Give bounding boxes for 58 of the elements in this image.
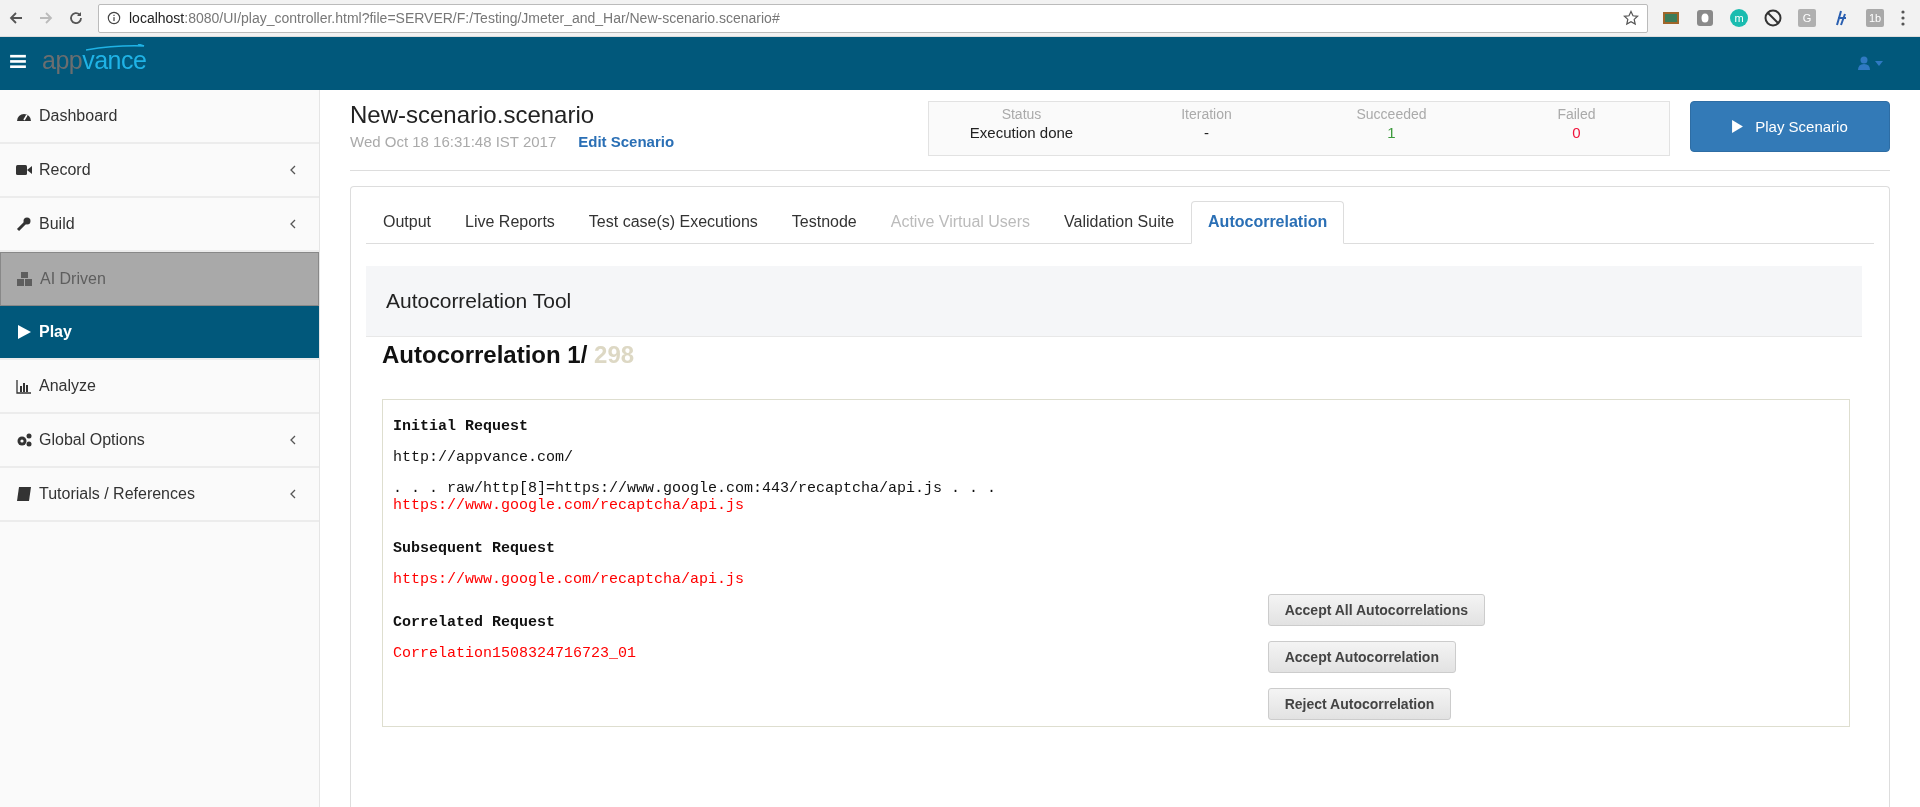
section-heading: Correlated Request <box>393 614 557 631</box>
menu-icon[interactable] <box>1900 9 1906 27</box>
tab[interactable]: Output <box>366 201 449 244</box>
scenario-date: Wed Oct 18 16:31:48 IST 2017 <box>350 133 557 150</box>
status-value: 1 <box>1387 124 1396 141</box>
menu-label: AI Driven <box>40 270 107 288</box>
cubes-icon <box>17 271 33 287</box>
scenario-title: New-scenario.scenario <box>350 101 596 129</box>
menu-label: Build <box>39 215 76 233</box>
menu-label: Global Options <box>39 431 146 449</box>
back-icon[interactable] <box>8 10 24 26</box>
tab[interactable]: Autocorrelation <box>1191 201 1345 244</box>
panel-header: Autocorrelation Tool <box>366 266 1862 337</box>
chart-icon <box>16 378 32 394</box>
tab[interactable]: Validation Suite <box>1047 201 1192 244</box>
reload-icon[interactable] <box>68 10 84 26</box>
logo: appvance <box>42 47 147 73</box>
request-text: Correlation1508324716723_01 <box>393 645 638 662</box>
tab[interactable]: Testnode <box>774 201 874 244</box>
url-text: localhost:8080/UI/play_controller.html?file=SERVER/F:/Testing/Jmeter_and_Har/New-scenario.scenario# <box>129 10 781 26</box>
extension-icon[interactable] <box>1764 9 1782 27</box>
menu-label: Analyze <box>39 377 97 395</box>
section-heading: Subsequent Request <box>393 540 557 557</box>
counter-label: Autocorrelation 1/ <box>382 341 588 368</box>
autocorrelation-button[interactable]: Reject Autocorrelation <box>1267 688 1452 720</box>
status-label: Failed <box>1557 106 1596 122</box>
menu-label: Record <box>39 161 92 179</box>
autocorrelation-button[interactable]: Accept All Autocorrelations <box>1267 594 1485 626</box>
wrench-icon <box>16 216 32 232</box>
menu-label: Play <box>39 323 73 341</box>
autocorrelation-button[interactable]: Accept Autocorrelation <box>1267 641 1456 673</box>
tab[interactable]: Test case(s) Executions <box>571 201 775 244</box>
tab[interactable]: Live Reports <box>448 201 572 244</box>
status-value: 0 <box>1572 124 1581 141</box>
edit-scenario-link[interactable]: Edit Scenario <box>578 133 675 150</box>
request-text: https://www.google.com/recaptcha/api.js <box>393 497 746 514</box>
counter-total: 298 <box>594 341 635 368</box>
request-text: http://appvance.com/ <box>393 449 575 466</box>
play-icon <box>1732 120 1744 133</box>
camera-icon <box>16 162 32 178</box>
star-icon[interactable] <box>1623 10 1639 26</box>
play-scenario-button[interactable]: Play Scenario <box>1690 101 1890 152</box>
status-label: Iteration <box>1181 106 1232 122</box>
info-icon <box>107 11 121 25</box>
request-text: . . . raw/http[8]=https://www.google.com:443/recaptcha/api.js . . . <box>393 480 998 497</box>
gears-icon <box>16 432 32 448</box>
status-value: Execution done <box>969 124 1074 141</box>
status-label: Status <box>1001 106 1042 122</box>
request-text: https://www.google.com/recaptcha/api.js <box>393 571 746 588</box>
status-label: Succeeded <box>1356 106 1427 122</box>
sidebar-item[interactable]: Play <box>0 306 319 360</box>
menu-label: Dashboard <box>39 107 119 125</box>
address-bar[interactable]: localhost:8080/UI/play_controller.html?file=SERVER/F:/Testing/Jmeter_and_Har/New-scenario.scenario# <box>98 3 1648 33</box>
menu-icon[interactable] <box>10 54 26 68</box>
play-icon <box>16 324 32 340</box>
section-heading: Initial Request <box>393 418 530 435</box>
status-value: - <box>1204 124 1209 141</box>
menu-label: Tutorials / References <box>39 485 196 503</box>
